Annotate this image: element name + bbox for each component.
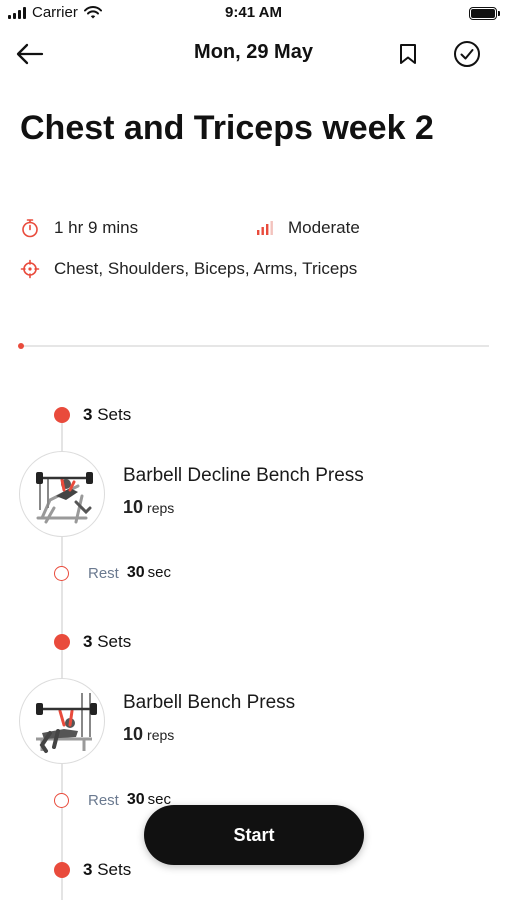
- complete-button[interactable]: [451, 38, 483, 70]
- duration-text: 1 hr 9 mins: [54, 218, 139, 237]
- intensity-text: Moderate: [288, 218, 360, 237]
- sets-row: 3 Sets: [54, 860, 131, 880]
- rest-ring: [54, 792, 69, 808]
- rest-value: 30: [126, 564, 145, 581]
- rest-label: Rest: [88, 564, 119, 582]
- bookmark-button[interactable]: [392, 38, 424, 70]
- muscles-text: Chest, Shoulders, Biceps, Arms, Triceps: [54, 259, 358, 278]
- exercise-reps: 10 reps: [123, 497, 174, 518]
- exercise-name: Barbell Bench Press: [123, 692, 296, 713]
- set-dot: [54, 407, 70, 423]
- start-button[interactable]: Start: [144, 805, 364, 865]
- workout-progress: [18, 343, 489, 349]
- rest-unit: sec: [147, 564, 171, 581]
- nav-bar: Mon, 29 May: [0, 34, 507, 74]
- stopwatch-icon: [20, 218, 40, 238]
- progress-marker: [18, 343, 24, 349]
- rest-label: Rest: [88, 791, 119, 809]
- set-dot: [54, 634, 70, 650]
- sets-label: Sets: [97, 405, 132, 424]
- target-icon: [20, 259, 40, 279]
- intensity-row: Moderate: [254, 218, 360, 238]
- reps-unit: reps: [147, 727, 175, 743]
- exercise-item[interactable]: Barbell Decline Bench Press 10 reps: [19, 451, 489, 539]
- exercise-thumbnail: [19, 678, 105, 764]
- reps-value: 10: [123, 497, 144, 517]
- page-title: Chest and Triceps week 2: [20, 109, 434, 147]
- check-circle-icon: [454, 41, 480, 67]
- exercise-name: Barbell Decline Bench Press: [123, 465, 364, 486]
- sets-row: 3 Sets: [54, 632, 131, 652]
- exercise-reps: 10 reps: [123, 724, 174, 745]
- reps-unit: reps: [147, 500, 175, 516]
- duration-row: 1 hr 9 mins: [20, 218, 138, 238]
- status-time: 9:41 AM: [225, 4, 282, 21]
- battery-icon: [469, 7, 500, 20]
- sets-label: Sets: [97, 860, 132, 879]
- exercise-thumbnail: [19, 451, 105, 537]
- progress-track: [22, 345, 489, 347]
- exercise-item[interactable]: Barbell Bench Press 10 reps: [19, 678, 489, 766]
- bench-press-illustration-icon: [36, 693, 97, 753]
- muscles-row: Chest, Shoulders, Biceps, Arms, Triceps: [20, 259, 357, 279]
- reps-value: 10: [123, 724, 144, 744]
- workout-date: Mon, 29 May: [194, 41, 313, 63]
- rest-ring: [54, 565, 69, 581]
- sets-count: 3: [83, 860, 93, 879]
- sets-count: 3: [83, 405, 93, 424]
- rest-value: 30: [126, 791, 145, 808]
- intensity-bars-icon: [254, 218, 274, 238]
- rest-row: Rest 30 sec: [54, 791, 171, 809]
- sets-label: Sets: [97, 632, 132, 651]
- status-bar: Carrier 9:41 AM: [0, 0, 507, 28]
- rest-row: Rest 30 sec: [54, 564, 171, 582]
- bookmark-icon: [400, 44, 416, 64]
- set-dot: [54, 862, 70, 878]
- sets-row: 3 Sets: [54, 405, 131, 425]
- decline-bench-press-illustration-icon: [36, 472, 93, 524]
- sets-count: 3: [83, 632, 93, 651]
